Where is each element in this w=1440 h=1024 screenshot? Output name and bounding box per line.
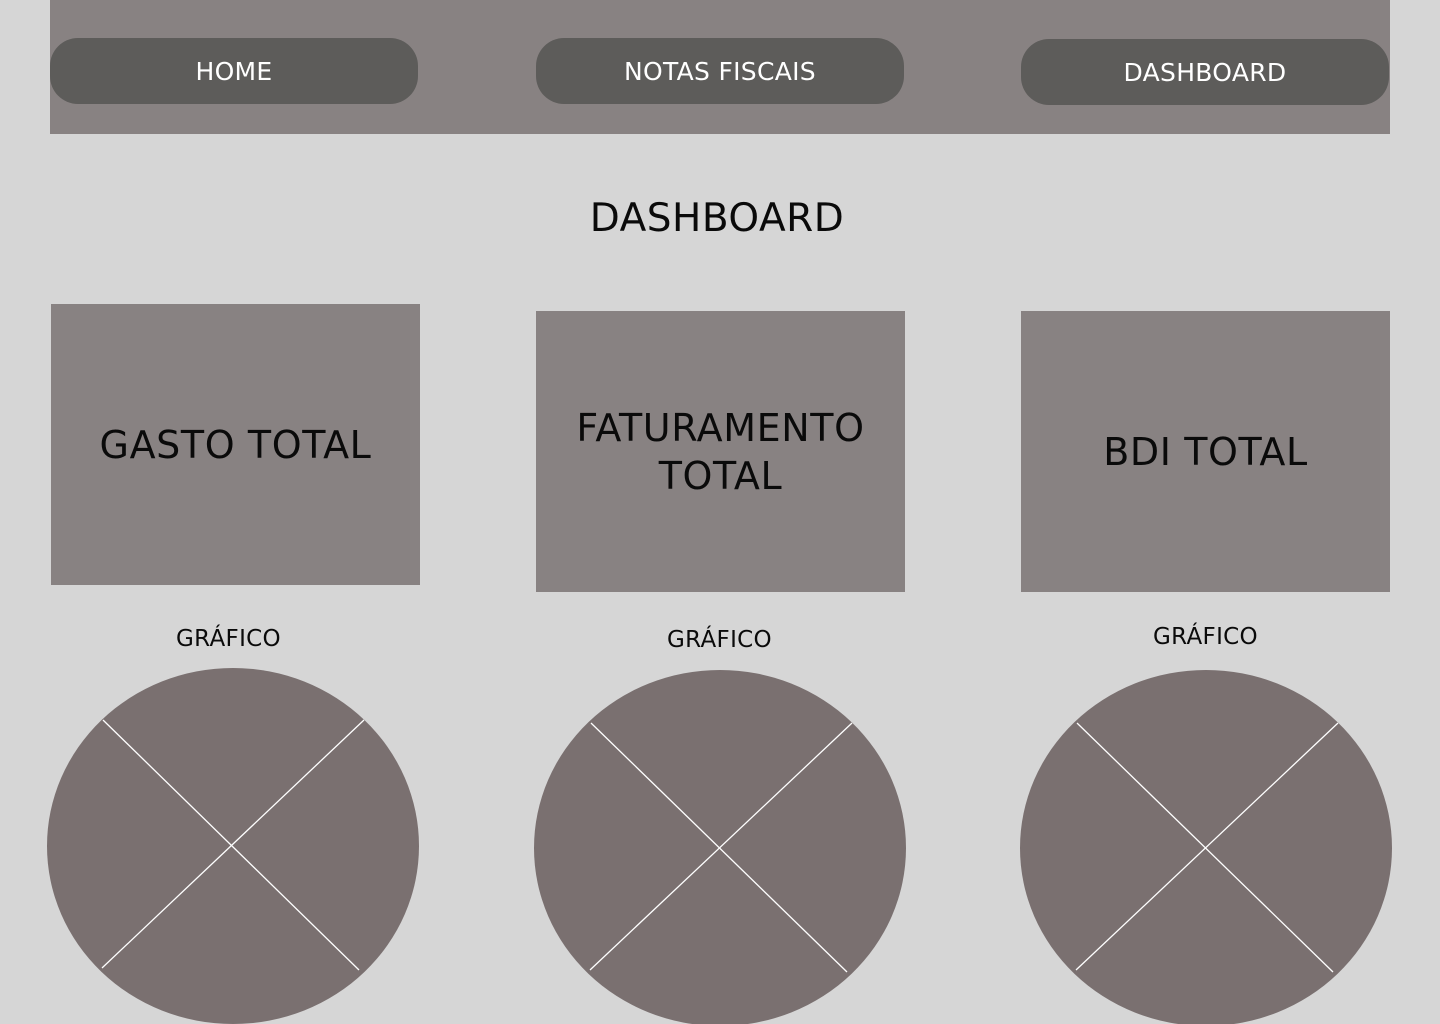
pie-chart-3 [1020, 670, 1392, 1024]
card-faturamento-total: FATURAMENTO TOTAL [536, 311, 905, 592]
card-faturamento-total-label: FATURAMENTO TOTAL [576, 405, 865, 498]
chart-label-3: GRÁFICO [1153, 624, 1258, 650]
card-gasto-total-label: GASTO TOTAL [99, 422, 372, 467]
pie-chart-1 [47, 668, 419, 1024]
nav-button-notas-fiscais[interactable]: NOTAS FISCAIS [536, 38, 904, 104]
card-gasto-total: GASTO TOTAL [51, 304, 420, 585]
chart-label-1: GRÁFICO [176, 626, 281, 652]
top-navbar: HOME NOTAS FISCAIS DASHBOARD [50, 0, 1390, 134]
chart-label-2: GRÁFICO [667, 627, 772, 653]
pie-chart-2 [534, 670, 906, 1024]
nav-button-dashboard[interactable]: DASHBOARD [1021, 39, 1389, 105]
nav-button-home[interactable]: HOME [50, 38, 418, 104]
card-bdi-total: BDI TOTAL [1021, 311, 1390, 592]
card-bdi-total-label: BDI TOTAL [1103, 429, 1308, 474]
page-title: DASHBOARD [589, 196, 845, 241]
